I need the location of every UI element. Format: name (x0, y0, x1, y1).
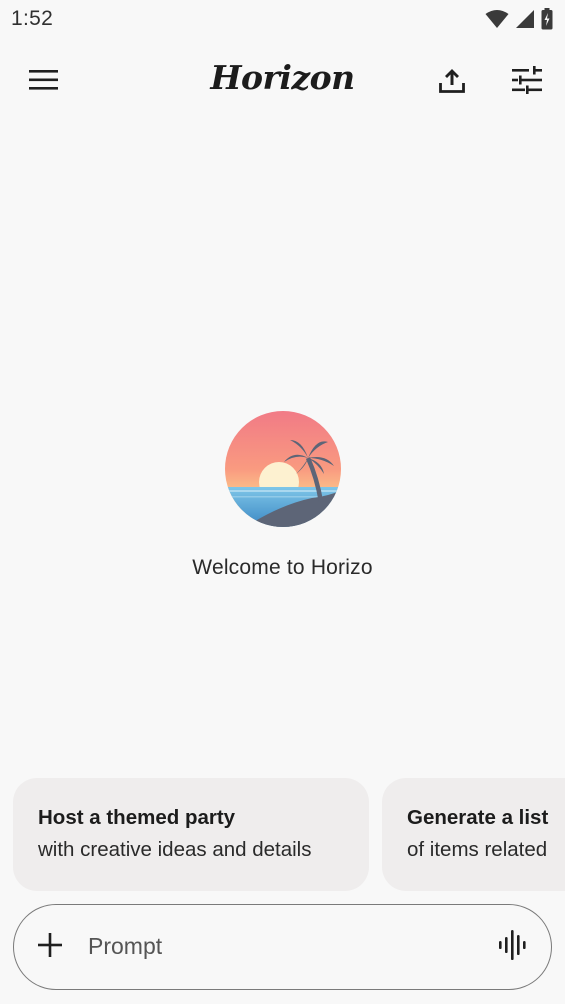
status-bar: 1:52 (0, 0, 565, 38)
voice-waveform-icon (499, 929, 529, 965)
suggestion-subtitle: of items related (407, 838, 548, 861)
prompt-input[interactable] (88, 905, 478, 988)
suggestion-title: Generate a list (407, 806, 549, 829)
welcome-section: Welcome to Horizo (0, 410, 565, 580)
add-attachment-button[interactable] (28, 925, 72, 969)
prompt-bar (13, 904, 552, 990)
tune-button[interactable] (505, 60, 549, 104)
suggestion-card-themed-party[interactable]: Host a themed party with creative ideas … (13, 778, 369, 891)
suggestion-title: Host a themed party (38, 806, 236, 829)
wifi-icon (485, 9, 509, 34)
suggestion-subtitle: with creative ideas and details (38, 838, 312, 861)
app-bar: Horizon (0, 52, 565, 112)
upload-icon (438, 66, 466, 99)
app-title: Horizon (210, 58, 355, 97)
plus-icon (38, 932, 62, 962)
sunset-beach-palm-logo (224, 411, 341, 527)
status-time: 1:52 (11, 7, 54, 30)
tune-icon (512, 65, 542, 99)
status-icons (485, 8, 553, 35)
battery-charging-icon (541, 8, 553, 35)
suggestion-card-generate-list[interactable]: Generate a list of items related (382, 778, 565, 891)
suggestion-carousel[interactable]: Host a themed party with creative ideas … (13, 778, 565, 892)
cell-signal-icon (515, 9, 535, 34)
welcome-text: Welcome to Horizo (192, 556, 373, 579)
voice-input-button[interactable] (492, 925, 536, 969)
upload-button[interactable] (430, 60, 474, 104)
